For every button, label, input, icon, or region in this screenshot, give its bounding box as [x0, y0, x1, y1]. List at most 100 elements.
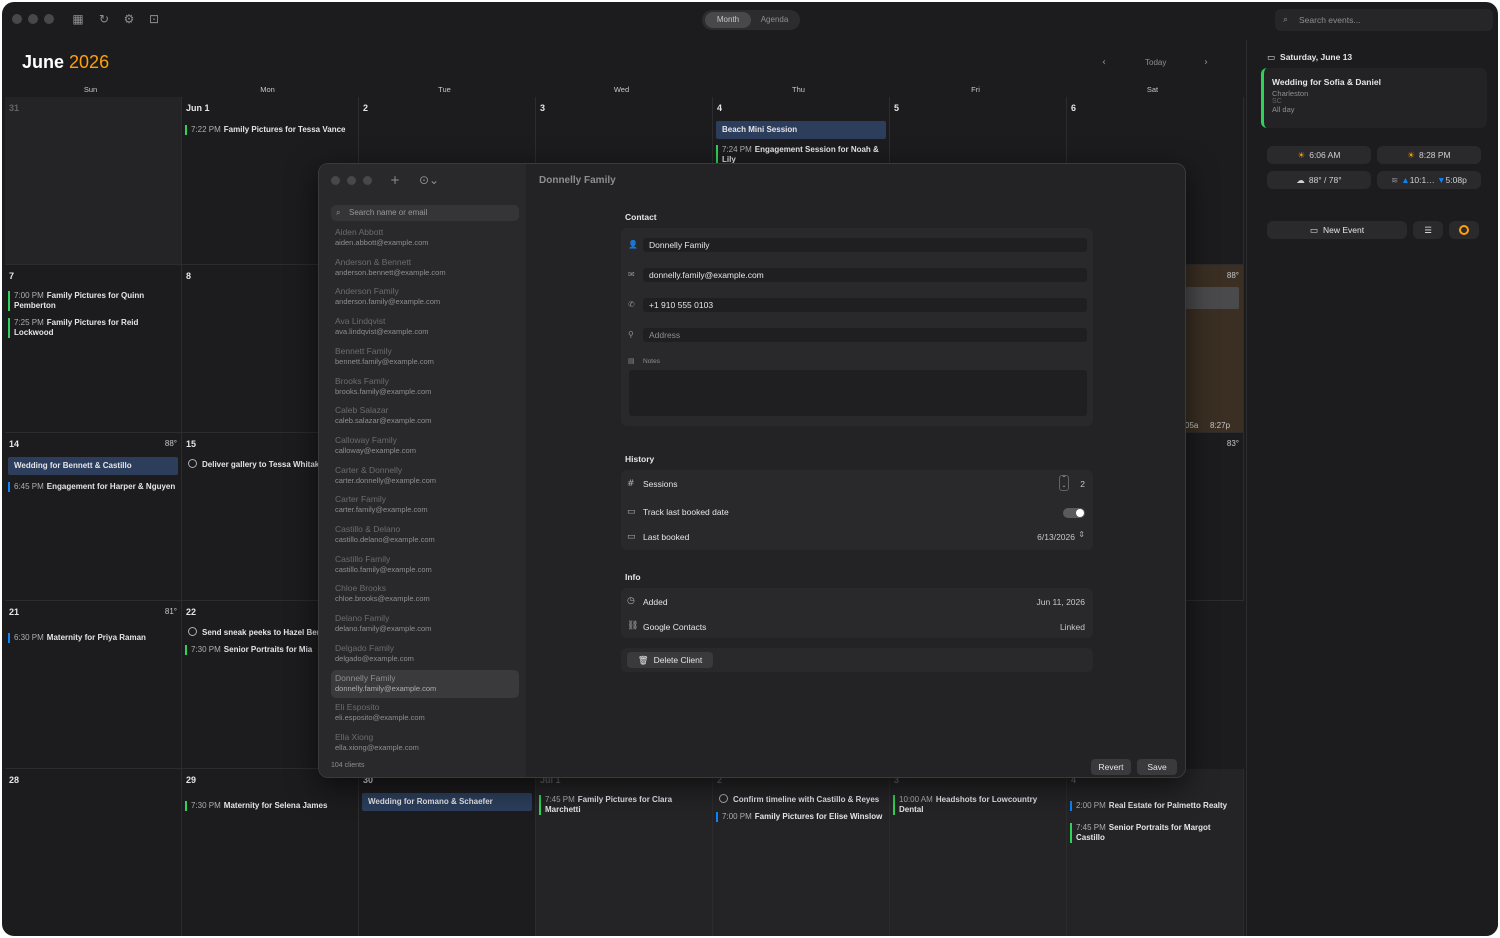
tab-agenda[interactable]: Agenda	[752, 12, 797, 28]
notes-textarea[interactable]	[629, 370, 1087, 416]
low-tide-arrow: ▼	[1437, 175, 1446, 185]
minimize-window-button[interactable]	[28, 14, 38, 24]
zoom-window-button[interactable]	[44, 14, 54, 24]
name-field[interactable]: Donnelly Family	[643, 238, 1087, 252]
view-switcher: Month Agenda	[702, 10, 800, 30]
client-list-item[interactable]: Ava Lindqvist ava.lindqvist@example.com	[331, 313, 519, 341]
search-placeholder: Search events...	[1299, 15, 1361, 25]
gear-icon[interactable]: ⚙	[121, 11, 137, 27]
allday-event[interactable]: Wedding for Romano & Schaefer	[362, 793, 532, 811]
client-list-item[interactable]: Carter & Donnelly carter.donnelly@example…	[331, 462, 519, 490]
sunset-icon: ☀	[1407, 151, 1415, 161]
day-cell[interactable]: 28	[5, 769, 182, 936]
today-button[interactable]: Today	[1145, 58, 1166, 67]
tab-month[interactable]: Month	[705, 12, 751, 28]
color-wheel-button[interactable]	[1449, 221, 1479, 239]
event[interactable]: 7:22 PM Family Pictures for Tessa Vance	[185, 125, 355, 135]
allday-event[interactable]: Beach Mini Session	[716, 121, 886, 139]
address-field[interactable]: Address	[643, 328, 1087, 342]
event[interactable]: 7:24 PM Engagement Session for Noah & Lil…	[716, 145, 886, 165]
event[interactable]: 7:25 PM Family Pictures for Reid Lockwood	[8, 318, 178, 338]
chevron-left-icon[interactable]: ‹	[1102, 57, 1106, 68]
new-event-button[interactable]: ▭ New Event	[1267, 221, 1407, 239]
plus-icon[interactable]: +	[387, 172, 403, 188]
day-number: 29	[186, 775, 197, 785]
client-list-item[interactable]: Donnelly Family donnelly.family@example.c…	[331, 669, 519, 698]
chevron-right-icon[interactable]: ›	[1204, 57, 1208, 68]
client-list-item[interactable]: Chloe Brooks chloe.brooks@example.com	[331, 580, 519, 608]
event-card-city: Charleston	[1272, 89, 1309, 98]
event[interactable]: 7:00 PM Family Pictures for Quinn Pembert…	[8, 291, 178, 311]
day-cell[interactable]: 2 Confirm timeline with Castillo & Reyes…	[713, 769, 890, 936]
day-cell[interactable]: 30 Wedding for Romano & Schaefer	[359, 769, 536, 936]
person-icon[interactable]: ⊡	[146, 11, 162, 27]
client-list-item[interactable]: Brooks Family brooks.family@example.com	[331, 373, 519, 401]
month-name: June	[22, 52, 65, 72]
event[interactable]: 7:00 PM Family Pictures for Elise Winslow	[716, 812, 886, 822]
day-number: 6	[1071, 103, 1077, 113]
client-list-item[interactable]: Castillo Family castillo.family@example.c…	[331, 551, 519, 579]
phone-field[interactable]: +1 910 555 0103	[643, 298, 1087, 312]
event-time: 6:30 PM	[14, 633, 44, 642]
sessions-value: 2	[1080, 479, 1085, 489]
day-cell[interactable]: 4 2:00 PM Real Estate for Palmetto Realty…	[1067, 769, 1244, 936]
client-list-item[interactable]: Delano Family delano.family@example.com	[331, 610, 519, 638]
delete-client-button[interactable]: 🗑 Delete Client	[627, 652, 713, 668]
close-window-button[interactable]	[331, 176, 340, 185]
client-list-item[interactable]: Delgado Family delgado@example.com	[331, 640, 519, 668]
event[interactable]: 7:45 PM Family Pictures for Clara Marchet…	[539, 795, 709, 815]
event[interactable]: 7:30 PM Maternity for Selena James	[185, 801, 355, 811]
revert-button[interactable]: Revert	[1091, 759, 1131, 775]
client-list-item[interactable]: Eli Esposito eli.esposito@example.com	[331, 699, 519, 727]
zoom-window-button[interactable]	[363, 176, 372, 185]
more-icon[interactable]: ⊙⌄	[417, 172, 441, 188]
event[interactable]: 7:45 PM Senior Portraits for Margot Casti…	[1070, 823, 1240, 843]
client-list-item[interactable]: Ella Xiong ella.xiong@example.com	[331, 729, 519, 757]
search-icon: ⌕	[1283, 15, 1289, 25]
calendar-check-icon: ▭	[627, 532, 636, 542]
day-cell[interactable]: 31	[5, 97, 182, 265]
search-events-input[interactable]: ⌕ Search events...	[1275, 9, 1493, 31]
event[interactable]: 10:00 AM Headshots for Lowcountry Dental	[893, 795, 1063, 815]
event[interactable]: 6:45 PM Engagement for Harper & Nguyen	[8, 482, 178, 492]
client-email: carter.donnelly@example.com	[335, 475, 436, 485]
checklist-button[interactable]: ☰	[1413, 221, 1443, 239]
minimize-window-button[interactable]	[347, 176, 356, 185]
save-button[interactable]: Save	[1137, 759, 1177, 775]
sessions-stepper[interactable]: ⌃ ⌄	[1059, 475, 1069, 491]
day-cell[interactable]: 21 81° 6:30 PM Maternity for Priya Raman	[5, 601, 182, 769]
event[interactable]: 2:00 PM Real Estate for Palmetto Realty	[1070, 801, 1240, 811]
temperature-pill: ☁ 88° / 78°	[1267, 171, 1371, 189]
close-window-button[interactable]	[12, 14, 22, 24]
allday-event[interactable]: Wedding for Bennett & Castillo	[8, 457, 178, 475]
day-cell[interactable]: Jul 1 7:45 PM Family Pictures for Clara M…	[536, 769, 713, 936]
date-stepper-icon[interactable]: ⇕	[1078, 530, 1085, 539]
client-list-item[interactable]: Aiden Abbott aiden.abbott@example.com	[331, 224, 519, 252]
client-list-item[interactable]: Castillo & Delano castillo.delano@example…	[331, 521, 519, 549]
day-cell[interactable]: 3 10:00 AM Headshots for Lowcountry Denta…	[890, 769, 1067, 936]
task[interactable]: Confirm timeline with Castillo & Reyes	[719, 794, 886, 804]
track-last-booked-toggle[interactable]	[1063, 508, 1085, 518]
day-cell[interactable]: 29 7:30 PM Maternity for Selena James	[182, 769, 359, 936]
app-window: ▦ ↻ ⚙ ⊡ Month Agenda ⌕ Search events... …	[2, 2, 1498, 936]
client-list-item[interactable]: Caleb Salazar caleb.salazar@example.com	[331, 402, 519, 430]
event-time: 7:24 PM	[722, 145, 752, 154]
client-name: Calloway Family	[335, 434, 397, 445]
client-list-item[interactable]: Bennett Family bennett.family@example.com	[331, 343, 519, 371]
calendar-icon[interactable]: ▦	[70, 11, 86, 27]
client-search-input[interactable]: ⌕ Search name or email	[331, 205, 519, 221]
client-list-item[interactable]: Carter Family carter.family@example.com	[331, 491, 519, 519]
day-detail-panel: ▭ Saturday, June 13 Wedding for Sofia & D…	[1246, 40, 1498, 936]
email-field[interactable]: donnelly.family@example.com	[643, 268, 1087, 282]
day-cell[interactable]: 14 88° Wedding for Bennett & Castillo 6:…	[5, 433, 182, 601]
day-cell[interactable]: 7 7:00 PM Family Pictures for Quinn Pembe…	[5, 265, 182, 433]
event-card[interactable]: Wedding for Sofia & Daniel Charleston SC…	[1261, 68, 1487, 128]
refresh-icon[interactable]: ↻	[96, 11, 112, 27]
event-time: 7:45 PM	[1076, 823, 1106, 832]
client-list-item[interactable]: Calloway Family calloway@example.com	[331, 432, 519, 460]
event[interactable]: 6:30 PM Maternity for Priya Raman	[8, 633, 178, 643]
weekday-header: Thu	[792, 85, 805, 94]
client-list-item[interactable]: Anderson Family anderson.family@example.c…	[331, 283, 519, 311]
last-booked-value[interactable]: 6/13/2026	[1037, 532, 1075, 542]
client-list-item[interactable]: Anderson & Bennett anderson.bennett@examp…	[331, 254, 519, 282]
